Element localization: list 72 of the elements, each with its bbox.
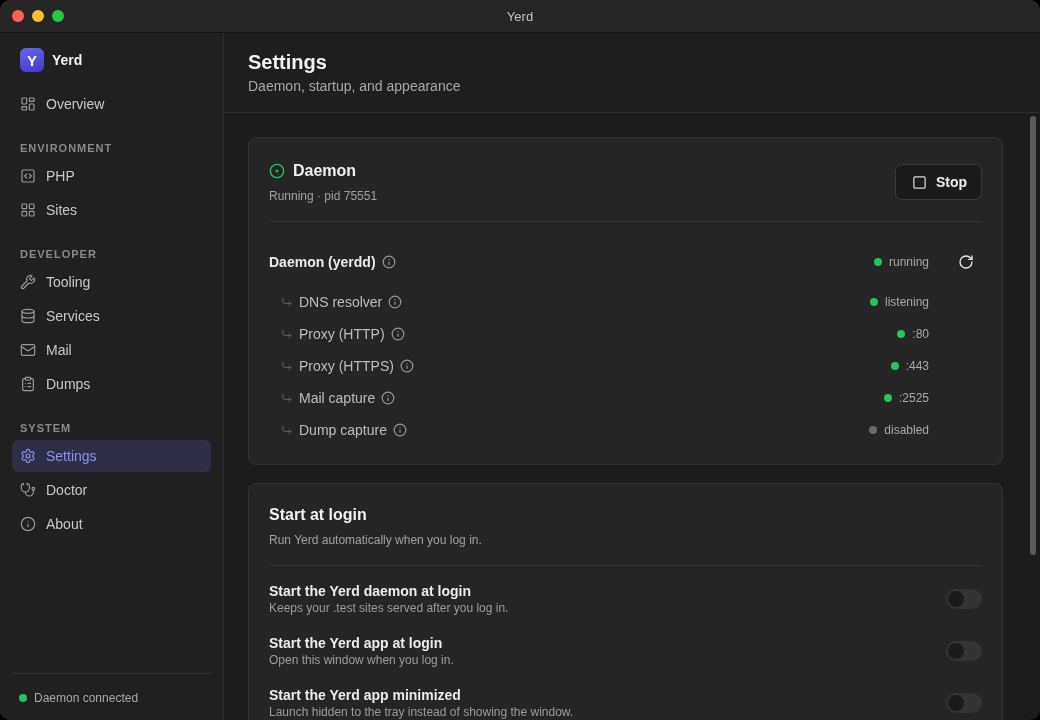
section-heading: ENVIRONMENT [19, 141, 114, 156]
service-name: Mail capture [299, 390, 376, 406]
info-icon [381, 391, 396, 405]
mail-icon [20, 342, 36, 358]
square-icon [911, 174, 927, 190]
service-name: DNS resolver [299, 294, 383, 310]
corner-arrow-icon [281, 360, 293, 372]
nav-item[interactable]: Tooling [12, 266, 211, 298]
card-title: Start at login [269, 505, 368, 525]
option-description: Keeps your .test sites served after you log in. [269, 601, 509, 616]
section-heading: SYSTEM [19, 421, 73, 436]
stethoscope-icon [20, 482, 36, 498]
stop-button[interactable]: Stop [894, 164, 982, 200]
page-subtitle: Daemon, startup, and appearance [248, 77, 462, 96]
option-description: Open this window when you log in. [269, 653, 454, 668]
app-logo: Y [20, 48, 44, 72]
option-description: Launch hidden to the tray instead of showing the window. [269, 705, 574, 720]
info-icon [381, 255, 396, 269]
card-description: Run Yerd automatically when you log in. [269, 532, 483, 548]
window-title: Yerd [506, 8, 534, 24]
nav-item[interactable]: Overview [12, 88, 211, 120]
option-title: Start the Yerd daemon at login [269, 582, 472, 601]
toggle-switch[interactable] [946, 589, 982, 609]
scrollbar-thumb[interactable] [1030, 116, 1036, 555]
option-title: Start the Yerd app minimized [269, 686, 462, 705]
nav-item[interactable]: Sites [12, 194, 211, 226]
nav-item[interactable]: About [12, 508, 211, 540]
status-label: listening [884, 295, 929, 309]
status-label: :443 [905, 359, 929, 373]
info-icon [399, 359, 414, 373]
status-label: disabled [884, 423, 929, 437]
grid-icon [20, 202, 36, 218]
nav-item[interactable]: Dumps [12, 368, 211, 400]
settings-icon [20, 448, 36, 464]
info-icon [390, 327, 405, 341]
page-title: Settings [248, 50, 328, 75]
card-subtitle: Running · pid 75551 [269, 188, 378, 204]
corner-arrow-icon [281, 392, 293, 404]
refresh-icon [958, 254, 974, 270]
corner-arrow-icon [281, 296, 293, 308]
status-label: :2525 [898, 391, 929, 405]
status-label: running [888, 255, 929, 269]
card-title: Daemon [293, 161, 357, 181]
minimize-button[interactable] [32, 10, 44, 22]
service-name: Dump capture [299, 422, 387, 438]
nav-item[interactable]: Doctor [12, 474, 211, 506]
maximize-button[interactable] [52, 10, 64, 22]
connection-status: Daemon connected [34, 691, 139, 705]
code-icon [20, 168, 36, 184]
nav-item[interactable]: Mail [12, 334, 211, 366]
nav-item[interactable]: Settings [12, 440, 211, 472]
process-name: Daemon (yerdd) [269, 254, 376, 270]
info-icon [20, 516, 36, 532]
corner-arrow-icon [281, 424, 293, 436]
section-heading: DEVELOPER [19, 247, 98, 262]
service-name: Proxy (HTTPS) [299, 358, 394, 374]
nav-item[interactable]: Services [12, 300, 211, 332]
database-icon [20, 308, 36, 324]
toggle-switch[interactable] [946, 641, 982, 661]
clipboard-icon [20, 376, 36, 392]
close-button[interactable] [12, 10, 24, 22]
info-icon [388, 295, 403, 309]
nav-item[interactable]: PHP [12, 160, 211, 192]
dashboard-icon [20, 96, 36, 112]
status-label: :80 [912, 327, 929, 341]
service-name: Proxy (HTTP) [299, 326, 385, 342]
app-name: Yerd [52, 52, 83, 68]
corner-arrow-icon [281, 328, 293, 340]
wrench-icon [20, 274, 36, 290]
option-title: Start the Yerd app at login [269, 634, 444, 653]
toggle-switch[interactable] [946, 693, 982, 713]
info-icon [392, 423, 407, 437]
